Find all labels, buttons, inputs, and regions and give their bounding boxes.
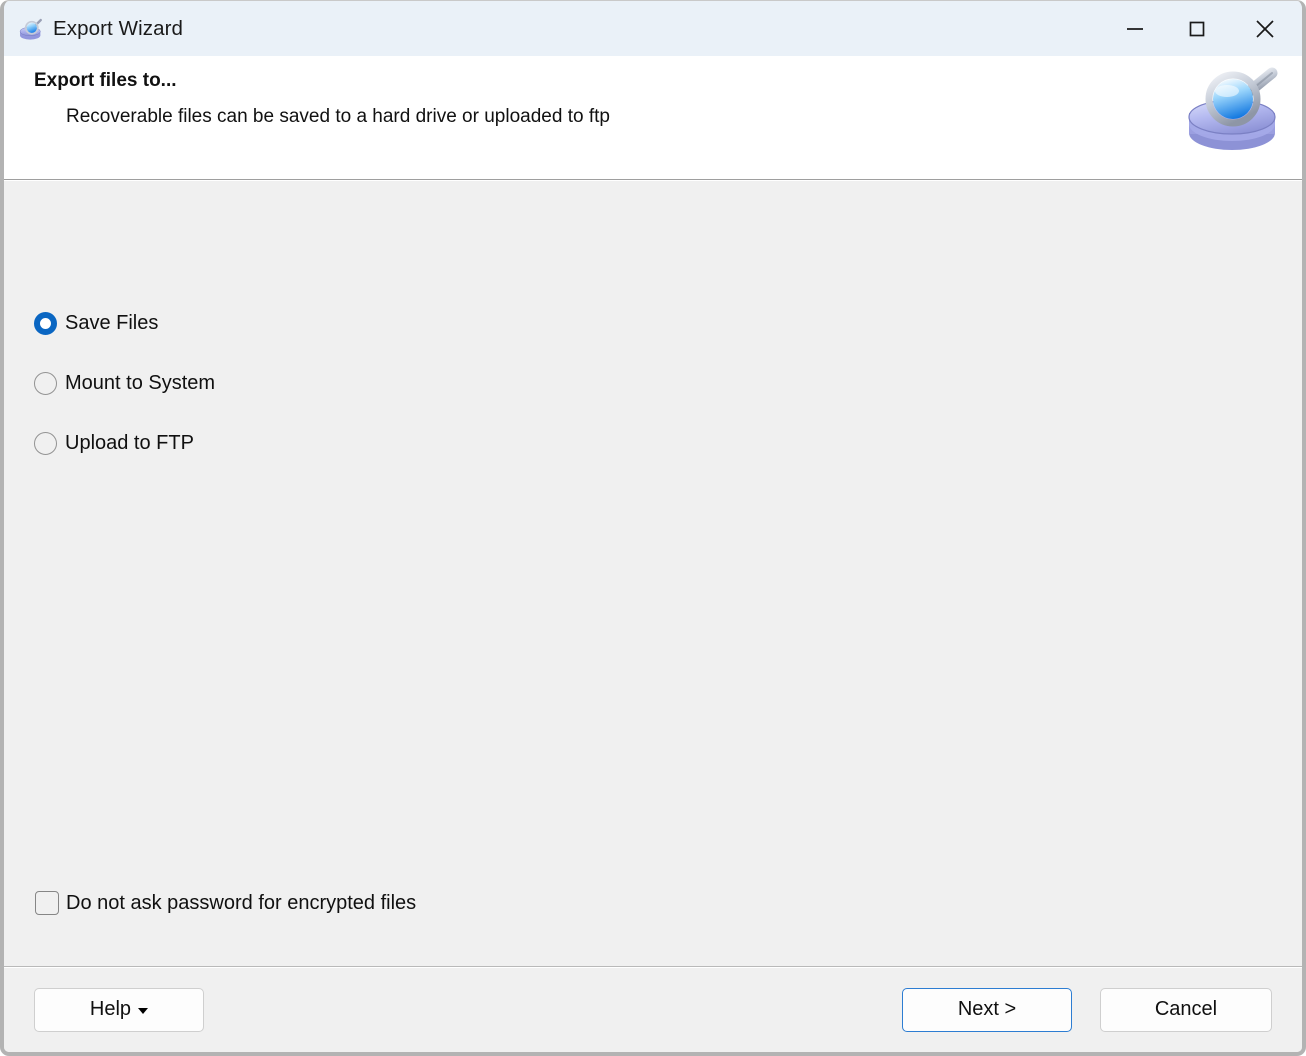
footer-bar: Help Next > Cancel <box>4 966 1302 1052</box>
close-icon <box>1252 16 1278 42</box>
page-title: Export files to... <box>34 70 1302 92</box>
maximize-button[interactable] <box>1166 1 1228 56</box>
page-subtitle: Recoverable files can be saved to a hard… <box>66 106 1302 128</box>
radio-option-upload-to-ftp[interactable]: Upload to FTP <box>34 428 215 458</box>
radio-option-mount-to-system[interactable]: Mount to System <box>34 368 215 398</box>
export-destination-group: Save Files Mount to System Upload to FTP <box>34 308 215 488</box>
chevron-down-icon <box>138 1008 148 1014</box>
window-controls <box>1104 1 1302 56</box>
export-wizard-window: Export Wizard Export files to... <box>0 0 1306 1056</box>
header-band: Export files to... Recoverable files can… <box>4 56 1302 180</box>
checkbox-label-no-password: Do not ask password for encrypted files <box>66 892 416 915</box>
radio-label-mount-to-system: Mount to System <box>65 372 215 395</box>
help-button-label: Help <box>90 998 131 1021</box>
close-button[interactable] <box>1228 1 1302 56</box>
disk-magnifier-icon <box>18 16 44 42</box>
checkbox-indicator-no-password[interactable] <box>35 891 59 915</box>
minimize-icon <box>1123 17 1147 41</box>
cancel-button[interactable]: Cancel <box>1100 988 1272 1032</box>
radio-label-save-files: Save Files <box>65 312 158 335</box>
radio-indicator-upload-to-ftp[interactable] <box>34 432 57 455</box>
disk-magnifier-large-icon <box>1184 61 1284 161</box>
radio-indicator-mount-to-system[interactable] <box>34 372 57 395</box>
no-password-prompt-option[interactable]: Do not ask password for encrypted files <box>35 891 416 915</box>
next-button[interactable]: Next > <box>902 988 1072 1032</box>
title-bar: Export Wizard <box>4 1 1302 56</box>
radio-option-save-files[interactable]: Save Files <box>34 308 215 338</box>
radio-label-upload-to-ftp: Upload to FTP <box>65 432 194 455</box>
main-content: Save Files Mount to System Upload to FTP… <box>4 180 1302 966</box>
window-title: Export Wizard <box>53 17 183 41</box>
maximize-icon <box>1185 17 1209 41</box>
radio-indicator-save-files[interactable] <box>34 312 57 335</box>
minimize-button[interactable] <box>1104 1 1166 56</box>
footer-actions: Next > Cancel <box>902 988 1272 1032</box>
help-button[interactable]: Help <box>34 988 204 1032</box>
